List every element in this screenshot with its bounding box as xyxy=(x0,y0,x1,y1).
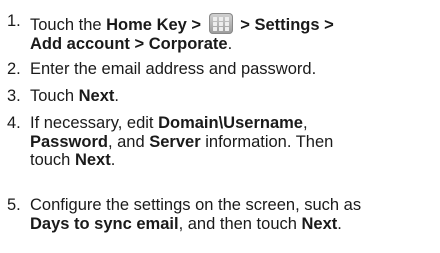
step-text: Enter the email address and password. xyxy=(30,60,317,78)
step-text: Configure the settings on the screen, su… xyxy=(30,196,435,233)
text-segment: Configure the settings on the screen, su… xyxy=(30,196,362,214)
home-key-label: Home Key > xyxy=(106,16,206,34)
next-label: Next xyxy=(74,151,111,169)
next-label: Next xyxy=(78,87,115,105)
text-segment: . xyxy=(110,151,116,169)
text-segment: , xyxy=(302,114,308,132)
domain-username-label: Domain\Username xyxy=(158,114,303,132)
step-number: 1. xyxy=(7,12,21,30)
settings-label: > Settings > xyxy=(235,16,334,34)
text-segment: information. Then xyxy=(200,132,334,151)
next-label: Next xyxy=(301,214,338,233)
step-number: 2. xyxy=(7,60,21,78)
text-segment: , and xyxy=(107,132,150,151)
step-number: 5. xyxy=(7,196,21,214)
text-segment: Touch xyxy=(30,87,79,105)
step-text: Touch Next. xyxy=(30,87,435,106)
text-segment: If necessary, edit xyxy=(30,114,159,132)
step-number: 4. xyxy=(7,114,21,132)
text-segment: Touch the xyxy=(30,16,107,34)
text-segment: . xyxy=(114,87,119,105)
add-account-label: Add account > Corporate xyxy=(30,34,228,53)
text-segment: , and then touch xyxy=(178,214,302,233)
apps-grid-icon xyxy=(208,13,233,34)
text-segment: . xyxy=(337,214,342,233)
password-label: Password xyxy=(30,132,108,151)
step-number: 3. xyxy=(7,87,21,105)
step-text: If necessary, edit Domain\Username, Pass… xyxy=(30,114,435,170)
text-segment: touch xyxy=(30,151,75,169)
days-to-sync-email-label: Days to sync email xyxy=(30,214,179,233)
server-label: Server xyxy=(149,132,201,151)
step-text: Touch the Home Key > > Settings > Add ac… xyxy=(30,12,435,53)
text-segment: . xyxy=(227,34,233,53)
